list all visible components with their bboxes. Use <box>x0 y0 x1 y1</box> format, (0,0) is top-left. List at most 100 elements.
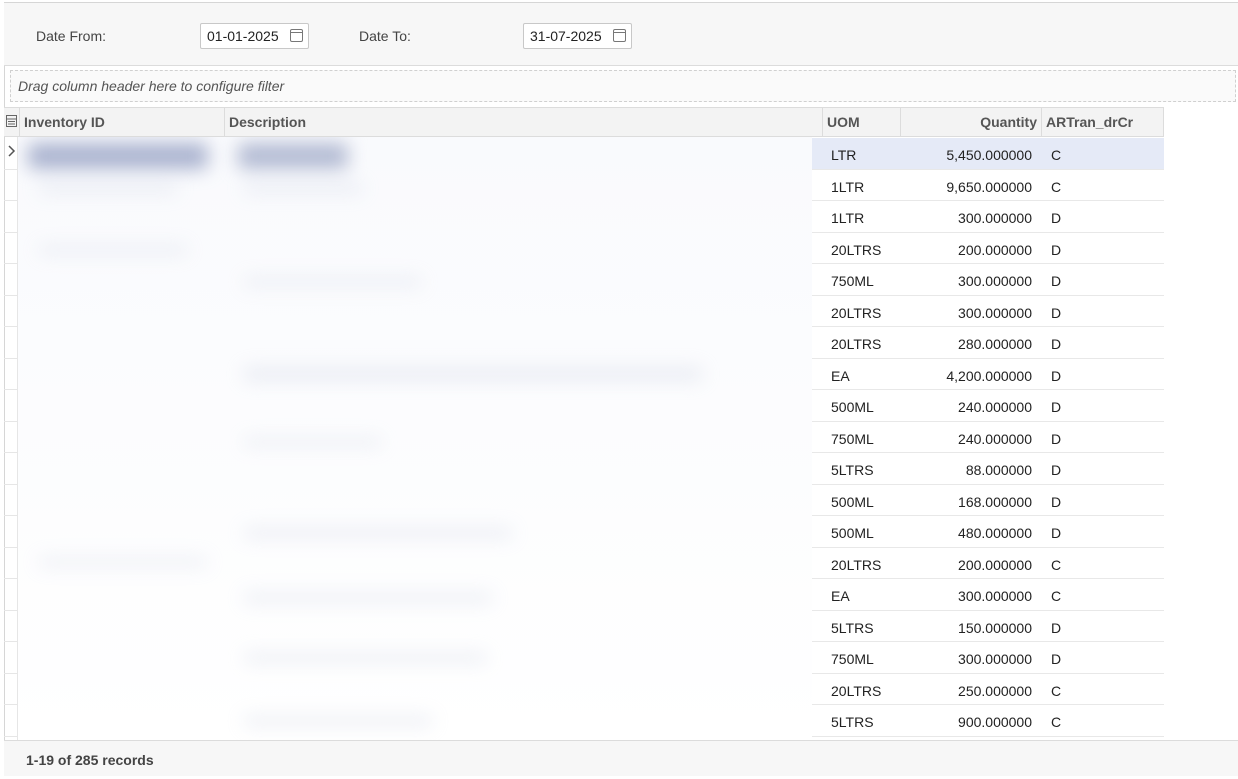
table-row[interactable]: 750ML 240.000000 D <box>812 422 1164 453</box>
cell-artran-drcr: C <box>1051 714 1062 730</box>
cell-uom: 5LTRS <box>831 619 874 636</box>
row-selector-divider <box>4 546 18 548</box>
cell-quantity: 300.000000 <box>958 588 1032 604</box>
cell-uom: 500ML <box>831 525 874 541</box>
cell-quantity: 200.000000 <box>958 241 1032 258</box>
row-selector-divider <box>4 231 18 233</box>
header-description[interactable]: Description <box>225 108 823 136</box>
header-inventory-id[interactable]: Inventory ID <box>20 108 225 136</box>
date-from-field[interactable]: 01-01-2025 <box>200 23 309 49</box>
table-row[interactable]: EA 4,200.000000 D <box>812 359 1164 390</box>
cell-quantity: 200.000000 <box>958 556 1032 573</box>
cell-artran-drcr: C <box>1051 556 1062 573</box>
row-selector-divider <box>4 515 18 516</box>
cell-artran-drcr: D <box>1051 273 1062 289</box>
cell-quantity: 900.000000 <box>958 714 1032 730</box>
column-chooser-button[interactable] <box>4 108 20 136</box>
cell-artran-drcr: D <box>1051 367 1062 384</box>
cell-quantity: 250.000000 <box>958 682 1032 699</box>
table-row[interactable]: 1LTR 300.000000 D <box>812 201 1164 233</box>
row-selector-divider <box>4 357 18 359</box>
row-selector-divider <box>4 168 18 170</box>
redacted-content <box>18 137 812 740</box>
cell-uom: 20LTRS <box>831 241 882 258</box>
table-row[interactable]: 5LTRS 88.000000 D <box>812 453 1164 485</box>
table-row[interactable]: 1LTR 9,650.000000 C <box>812 170 1164 201</box>
table-row[interactable]: 20LTRS 300.000000 D <box>812 296 1164 327</box>
date-from-value: 01-01-2025 <box>207 28 279 44</box>
table-row[interactable]: 750ML 300.000000 D <box>812 642 1164 674</box>
table-row[interactable]: 20LTRS 200.000000 C <box>812 548 1164 579</box>
row-selector-divider <box>4 735 18 737</box>
cell-uom: EA <box>831 367 850 384</box>
date-to-label: Date To: <box>359 28 411 44</box>
table-row[interactable]: 750ML 300.000000 D <box>812 264 1164 296</box>
table-row[interactable]: 5LTRS 900.000000 C <box>812 705 1164 737</box>
table-row[interactable]: LTR 5,450.000000 C <box>812 138 1164 170</box>
cell-quantity: 9,650.000000 <box>946 178 1032 195</box>
group-panel[interactable]: Drag column header here to configure fil… <box>10 70 1236 102</box>
table-row[interactable]: 20LTRS 200.000000 D <box>812 233 1164 264</box>
cell-uom: 1LTR <box>831 210 865 226</box>
row-selector-divider <box>4 263 18 264</box>
cell-quantity: 280.000000 <box>958 336 1032 352</box>
cell-uom: 20LTRS <box>831 682 882 699</box>
header-quantity[interactable]: Quantity <box>901 108 1042 136</box>
row-selector-divider <box>4 452 18 453</box>
table-row[interactable]: EA 300.000000 C <box>812 579 1164 611</box>
cell-quantity: 150.000000 <box>958 619 1032 636</box>
cell-artran-drcr: D <box>1051 210 1062 226</box>
cell-quantity: 88.000000 <box>965 462 1032 478</box>
calendar-icon[interactable] <box>613 29 626 42</box>
header-artran-drcr[interactable]: ARTran_drCr <box>1042 108 1164 136</box>
row-selector-divider <box>4 578 18 579</box>
date-from-label: Date From: <box>36 28 107 44</box>
cell-artran-drcr: D <box>1051 619 1062 636</box>
cell-quantity: 300.000000 <box>958 651 1032 667</box>
cell-quantity: 300.000000 <box>958 273 1032 289</box>
cell-uom: 20LTRS <box>831 556 882 573</box>
cell-artran-drcr: C <box>1051 588 1062 604</box>
cell-artran-drcr: C <box>1051 147 1062 163</box>
calendar-icon[interactable] <box>290 29 303 42</box>
cell-artran-drcr: D <box>1051 651 1062 667</box>
table-row[interactable]: 500ML 168.000000 D <box>812 485 1164 516</box>
cell-uom: 20LTRS <box>831 336 882 352</box>
table-row[interactable]: 500ML 240.000000 D <box>812 390 1164 422</box>
cell-uom: LTR <box>831 147 857 163</box>
cell-artran-drcr: D <box>1051 304 1062 321</box>
date-to-field[interactable]: 31-07-2025 <box>523 23 632 49</box>
row-selector-divider <box>4 641 18 642</box>
cell-artran-drcr: D <box>1051 336 1062 352</box>
row-selector-divider <box>4 704 18 705</box>
grid-header: Inventory ID Description UOM Quantity AR… <box>4 107 1164 137</box>
table-row[interactable]: 20LTRS 280.000000 D <box>812 327 1164 359</box>
cell-quantity: 300.000000 <box>958 210 1032 226</box>
cell-quantity: 240.000000 <box>958 399 1032 415</box>
column-chooser-icon <box>6 115 17 127</box>
cell-uom: 750ML <box>831 651 874 667</box>
row-selector-column <box>4 137 18 740</box>
cell-uom: 500ML <box>831 399 874 415</box>
cell-uom: 5LTRS <box>831 462 874 478</box>
table-row[interactable]: 500ML 480.000000 D <box>812 516 1164 548</box>
row-selector-divider <box>4 672 18 674</box>
row-selector-divider <box>4 200 18 201</box>
row-selector-divider <box>4 326 18 327</box>
row-selector-divider <box>4 294 18 296</box>
row-selector-divider <box>4 609 18 611</box>
cell-artran-drcr: D <box>1051 525 1062 541</box>
cell-uom: 750ML <box>831 273 874 289</box>
cell-quantity: 480.000000 <box>958 525 1032 541</box>
cell-uom: EA <box>831 588 850 604</box>
row-selector-divider <box>4 389 18 390</box>
header-uom[interactable]: UOM <box>823 108 901 136</box>
table-row[interactable]: 20LTRS 250.000000 C <box>812 674 1164 705</box>
record-count: 1-19 of 285 records <box>4 740 1238 776</box>
cell-artran-drcr: D <box>1051 399 1062 415</box>
cell-quantity: 168.000000 <box>958 493 1032 510</box>
cell-uom: 5LTRS <box>831 714 874 730</box>
cell-quantity: 5,450.000000 <box>946 147 1032 163</box>
table-row[interactable]: 5LTRS 150.000000 D <box>812 611 1164 642</box>
cell-uom: 500ML <box>831 493 874 510</box>
